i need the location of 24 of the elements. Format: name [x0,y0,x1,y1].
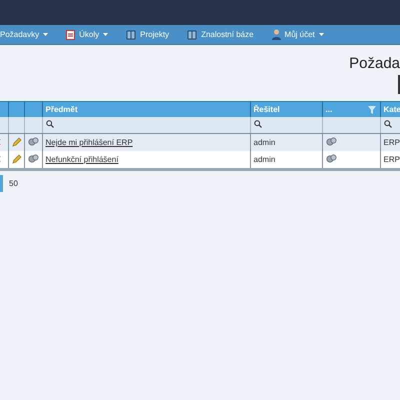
table-cell: admin [250,151,322,170]
menu-item[interactable]: Projekty [126,28,170,42]
page-size-option[interactable]: 50 [9,179,18,188]
caret-icon [43,33,48,36]
column-header[interactable]: Předmět [42,102,250,117]
user-icon [272,29,281,40]
search-icon[interactable] [254,120,262,128]
page-title: Požada [349,55,400,74]
subject-link[interactable]: Nefunkční přihlášení [46,155,118,164]
table-cell: admin [250,134,322,151]
book-icon [126,30,136,40]
menu-item[interactable]: Požadavky [0,28,48,41]
notepad-icon [66,30,76,40]
menu-item[interactable]: Můj účet [272,27,324,42]
column-header[interactable]: ... [322,102,380,117]
menu-item[interactable]: Znalostní báze [187,28,254,42]
table-cell: ERP [380,151,400,170]
book-icon [187,30,198,40]
caret-icon [103,33,108,36]
search-icon[interactable] [46,120,54,128]
column-header[interactable]: Řešitel [250,102,322,117]
menu-item[interactable]: Úkoly [66,28,108,42]
search-icon[interactable] [384,120,392,128]
caret-icon [318,33,324,36]
